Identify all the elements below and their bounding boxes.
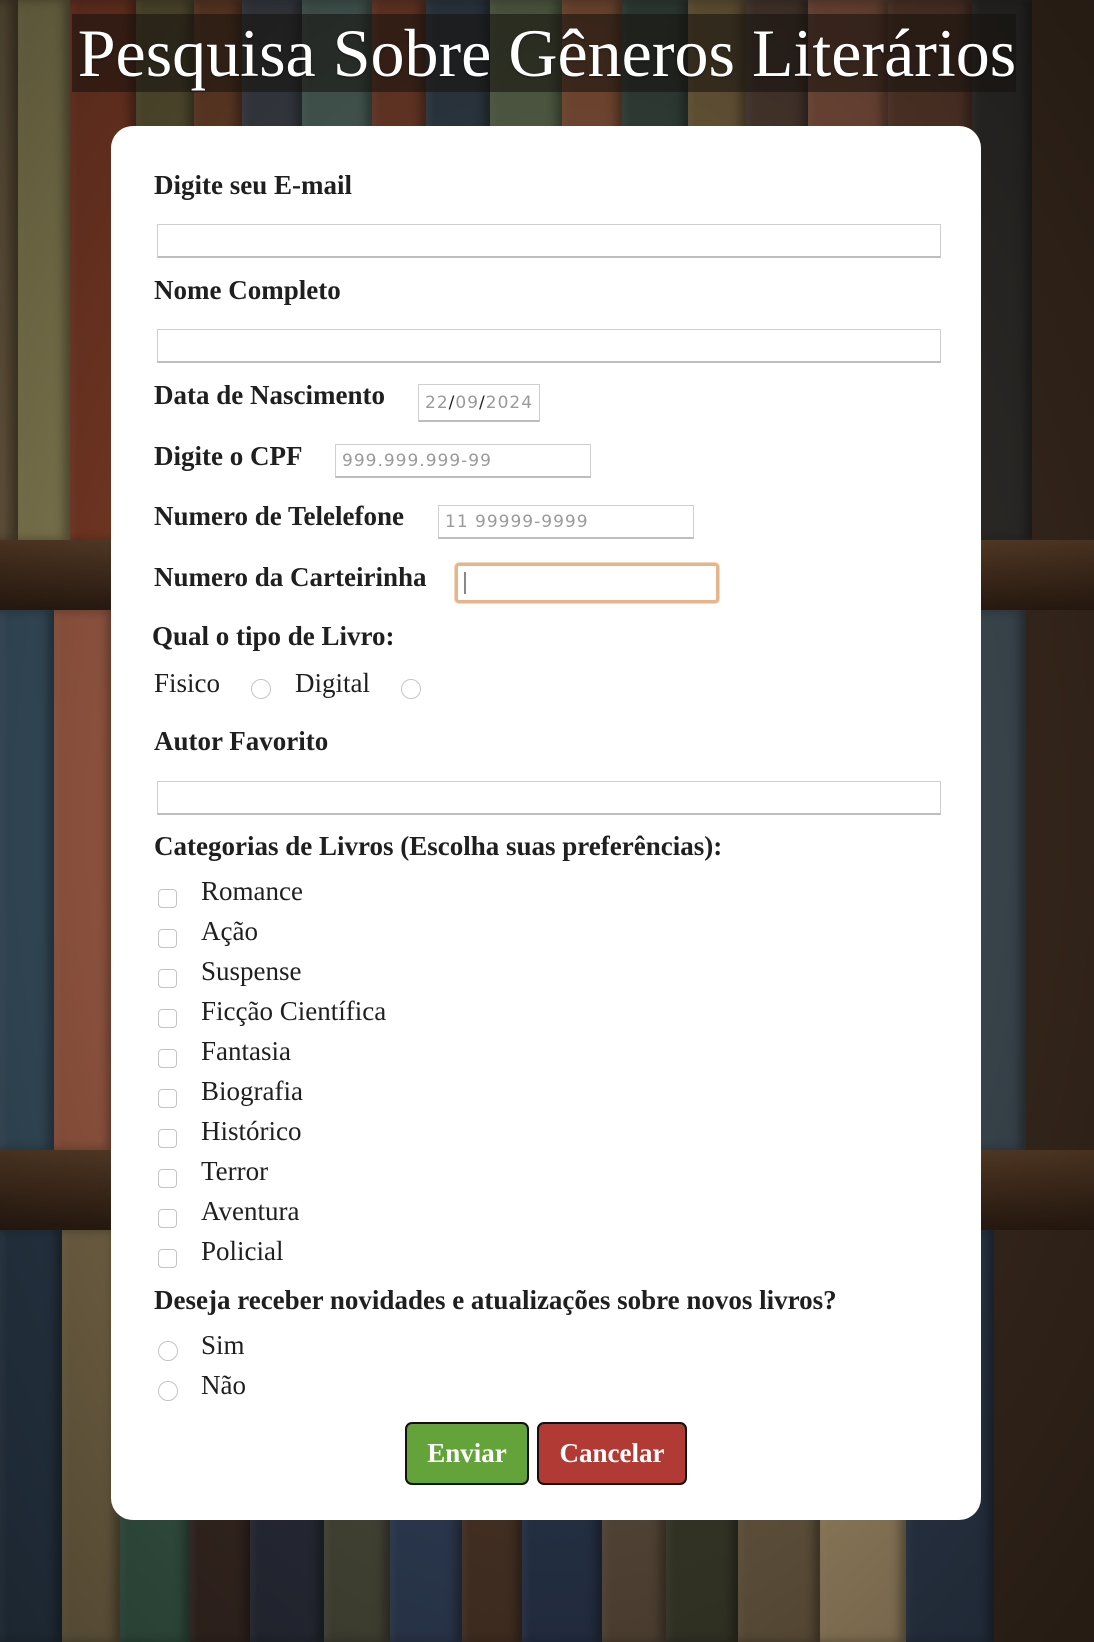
favorite-author-label: Autor Favorito: [154, 726, 329, 756]
category-checkbox-suspense[interactable]: [158, 969, 177, 988]
category-checkbox-acao[interactable]: [158, 929, 177, 948]
book-type-fisico-radio[interactable]: [251, 679, 271, 699]
email-field[interactable]: [157, 224, 941, 258]
category-checkbox-terror[interactable]: [158, 1169, 177, 1188]
category-checkbox-biografia[interactable]: [158, 1089, 177, 1108]
category-label: Aventura: [201, 1196, 300, 1226]
email-label: Digite seu E-mail: [154, 170, 352, 200]
book-type-digital-radio[interactable]: [401, 679, 421, 699]
text-caret: [464, 572, 466, 594]
newsletter-label: Deseja receber novidades e atualizações …: [154, 1285, 837, 1315]
phone-label: Numero de Telelefone: [154, 501, 404, 531]
page-title: Pesquisa Sobre Gêneros Literários: [77, 15, 1017, 91]
full-name-label: Nome Completo: [154, 275, 341, 305]
category-checkbox-ficcao-cientifica[interactable]: [158, 1009, 177, 1028]
book-type-option-label: Fisico: [154, 668, 221, 698]
category-label: Ação: [201, 916, 258, 946]
birth-date-label: Data de Nascimento: [154, 380, 385, 410]
category-checkbox-policial[interactable]: [158, 1249, 177, 1268]
birth-date-day: 22: [425, 392, 449, 413]
favorite-author-field[interactable]: [157, 781, 941, 815]
cpf-label: Digite o CPF: [154, 441, 303, 471]
newsletter-sim-radio[interactable]: [158, 1341, 178, 1361]
birth-date-year: 2024: [485, 392, 534, 413]
category-label: Biografia: [201, 1076, 303, 1106]
newsletter-nao-radio[interactable]: [158, 1381, 178, 1401]
book-type-option-label: Digital: [295, 668, 370, 698]
category-label: Romance: [201, 876, 303, 906]
full-name-field[interactable]: [157, 329, 941, 363]
category-label: Histórico: [201, 1116, 302, 1146]
category-label: Ficção Científica: [201, 996, 387, 1026]
cpf-field[interactable]: 999.999.999-99: [335, 444, 591, 478]
category-label: Suspense: [201, 956, 302, 986]
categories-label: Categorias de Livros (Escolha suas prefe…: [154, 831, 723, 861]
category-label: Policial: [201, 1236, 284, 1266]
survey-form: Digite seu E-mail Nome Completo Data de …: [111, 126, 981, 1520]
birth-date-month: 09: [455, 392, 480, 413]
cancel-button[interactable]: Cancelar: [537, 1422, 687, 1485]
category-checkbox-romance[interactable]: [158, 889, 177, 908]
category-checkbox-aventura[interactable]: [158, 1209, 177, 1228]
submit-button[interactable]: Enviar: [405, 1422, 529, 1485]
newsletter-option-label: Não: [201, 1370, 246, 1400]
category-checkbox-fantasia[interactable]: [158, 1049, 177, 1068]
card-number-label: Numero da Carteirinha: [154, 562, 427, 592]
newsletter-option-label: Sim: [201, 1330, 245, 1360]
category-label: Terror: [201, 1156, 269, 1186]
category-checkbox-historico[interactable]: [158, 1129, 177, 1148]
birth-date-field[interactable]: 22/09/2024: [418, 384, 540, 422]
phone-placeholder: 11 99999-9999: [445, 511, 589, 532]
card-number-field[interactable]: [455, 563, 719, 603]
phone-field[interactable]: 11 99999-9999: [438, 505, 694, 539]
category-label: Fantasia: [201, 1036, 291, 1066]
cpf-placeholder: 999.999.999-99: [342, 450, 492, 471]
book-type-label: Qual o tipo de Livro:: [152, 621, 395, 651]
